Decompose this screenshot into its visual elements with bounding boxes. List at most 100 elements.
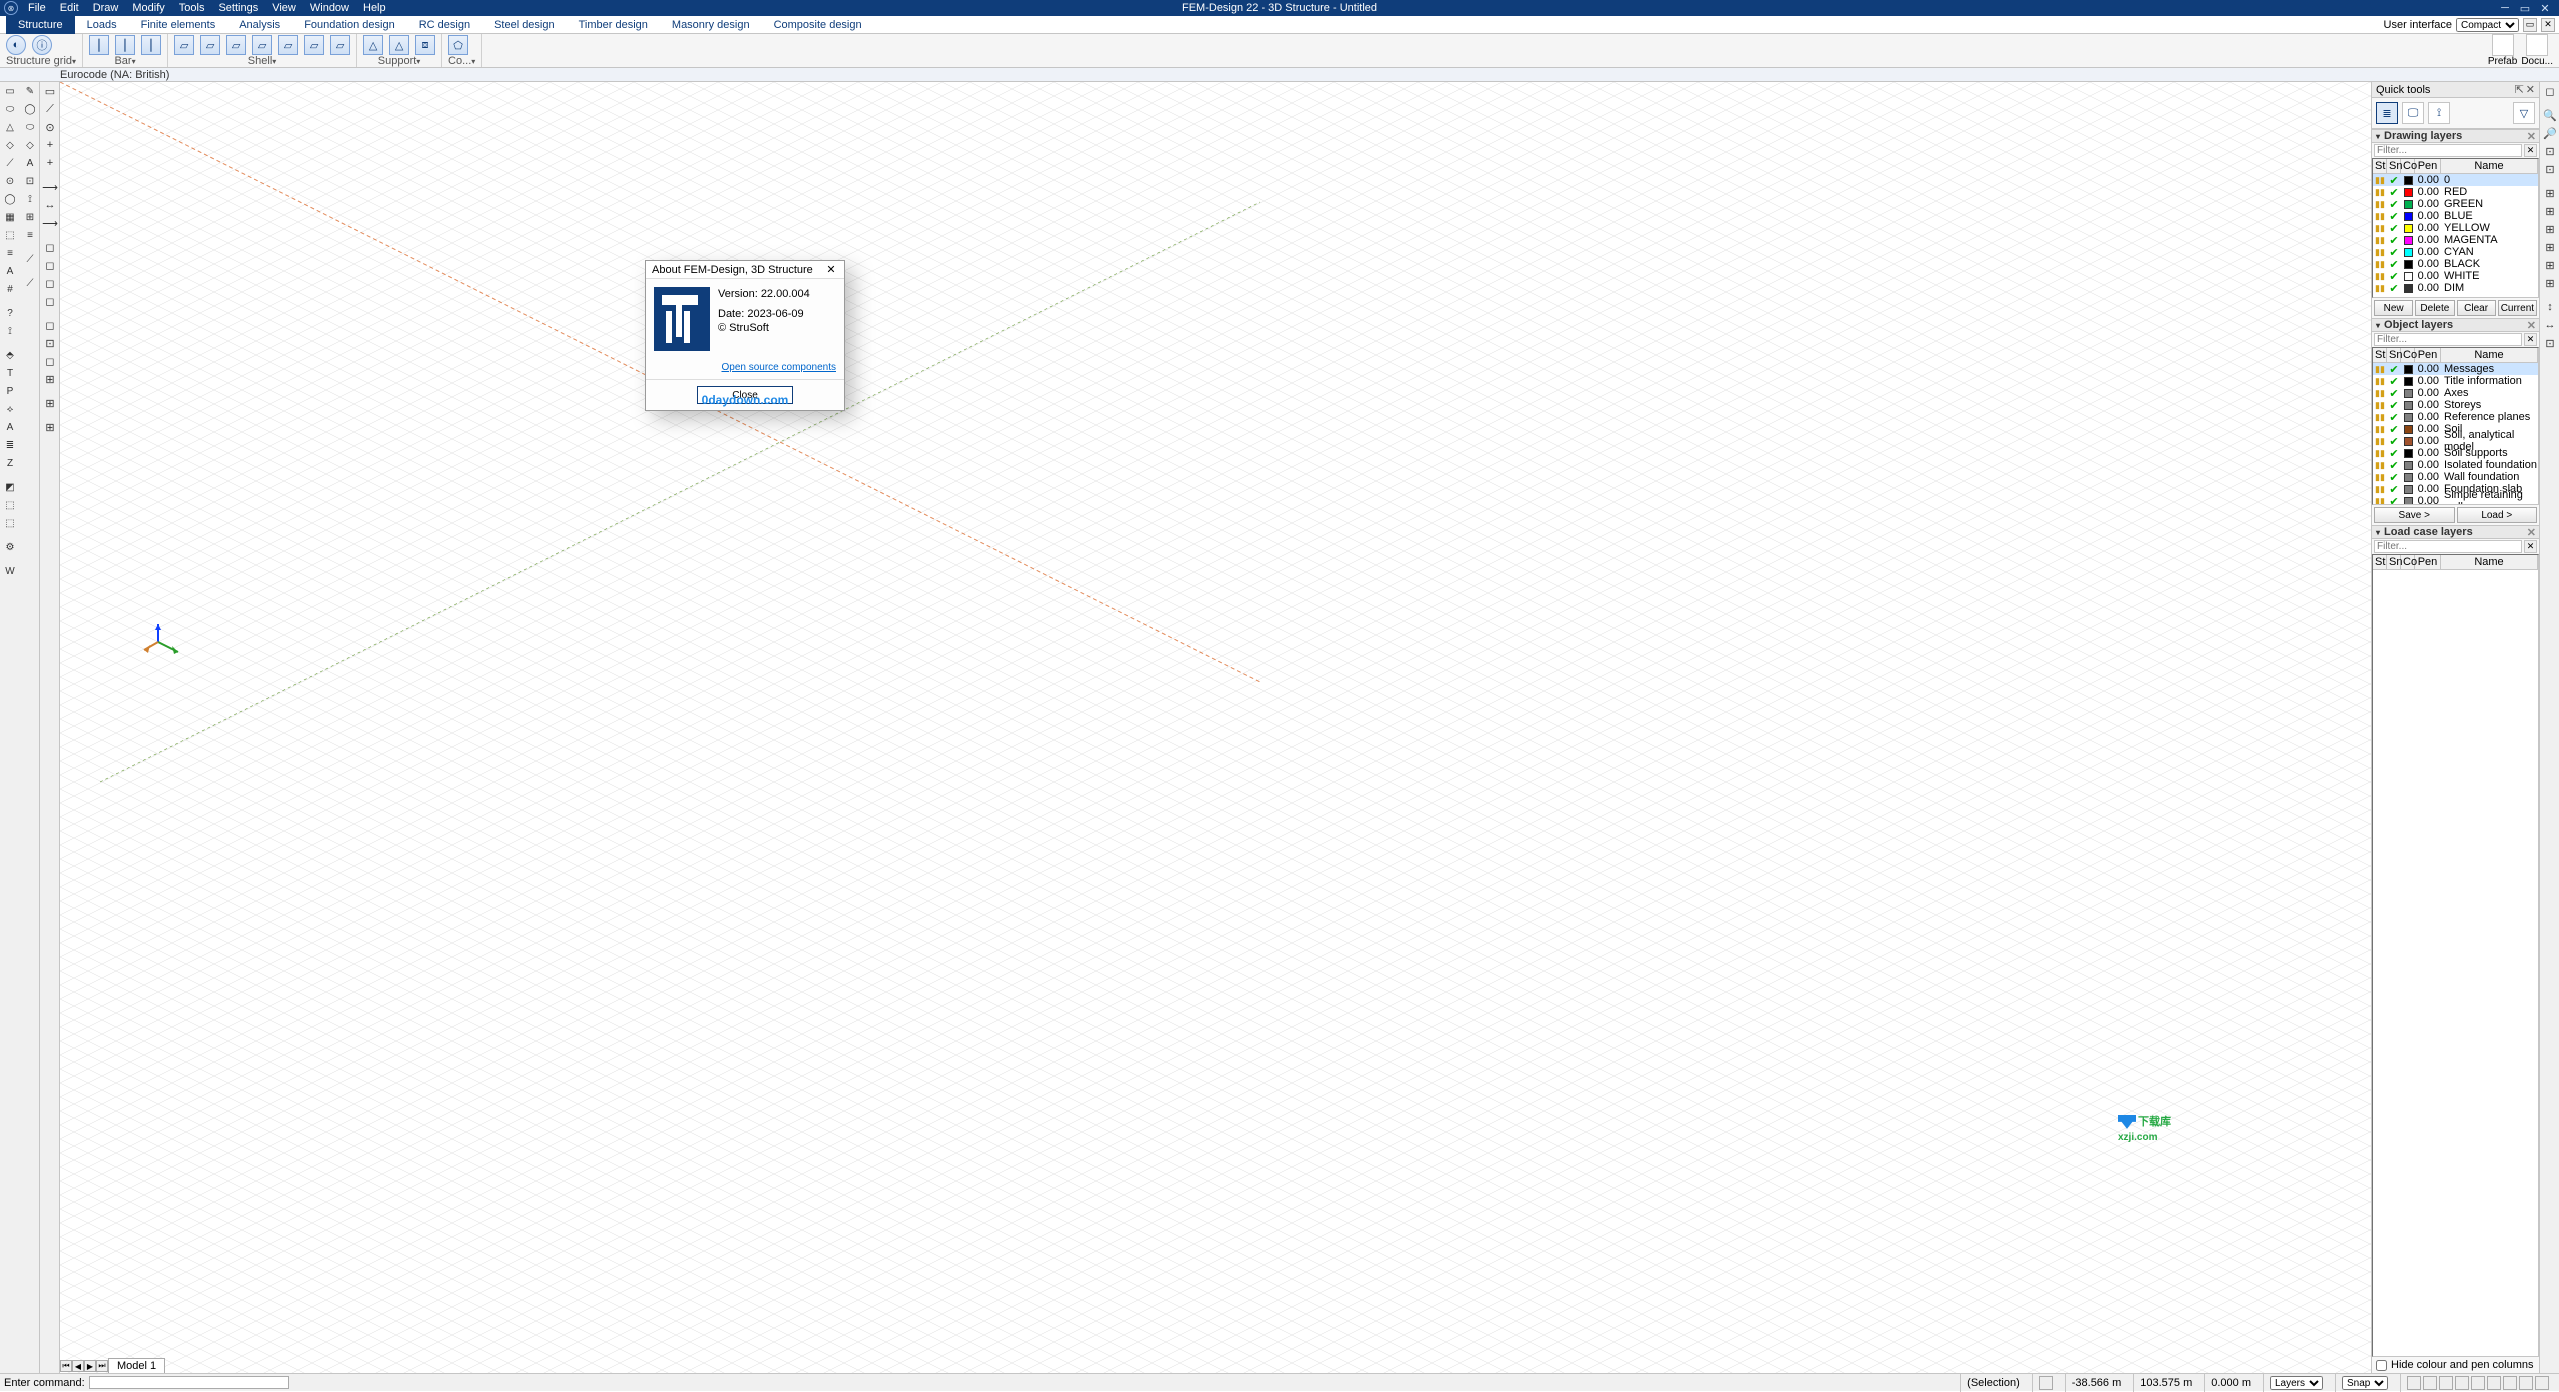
tab-nav-last-icon[interactable]: ⏭: [96, 1360, 108, 1372]
support-tool-2-icon[interactable]: △: [389, 35, 409, 55]
shell-tool-6-icon[interactable]: ▱: [304, 35, 324, 55]
tab-foundation-design[interactable]: Foundation design: [292, 16, 407, 34]
prefab-icon[interactable]: [2492, 34, 2514, 56]
left-tool-16[interactable]: ⬘: [1, 347, 19, 363]
left-tool-c-20[interactable]: ⊞: [41, 395, 59, 411]
hide-columns-checkbox[interactable]: [2376, 1360, 2387, 1371]
left-tool-c-8[interactable]: ⟶: [41, 215, 59, 231]
snap-icon-5[interactable]: [2471, 1376, 2485, 1390]
left-tool-10[interactable]: A: [1, 263, 19, 279]
close-panel-icon[interactable]: ✕: [2526, 83, 2535, 96]
display-tab-icon[interactable]: 🖵: [2402, 102, 2424, 124]
minimize-button[interactable]: ─: [2495, 0, 2515, 16]
left-tool-c-17[interactable]: ◻: [41, 353, 59, 369]
left-tool-24[interactable]: ◩: [1, 479, 19, 495]
tab-masonry-design[interactable]: Masonry design: [660, 16, 762, 34]
layer-row[interactable]: ▮▮✔0.00CYAN: [2373, 246, 2538, 258]
left-tool-b-8[interactable]: ≡: [21, 227, 39, 243]
restore-window-icon[interactable]: ▭: [2523, 18, 2537, 32]
left-tool-b-4[interactable]: A: [21, 155, 39, 171]
clear-layer-button[interactable]: Clear: [2457, 300, 2496, 316]
left-tool-b-5[interactable]: ⊡: [21, 173, 39, 189]
left-tool-b-0[interactable]: ✎: [21, 83, 39, 99]
left-tool-0[interactable]: ▭: [1, 83, 19, 99]
left-tool-c-6[interactable]: ⟶: [41, 179, 59, 195]
right-tool-8[interactable]: ⊞: [2541, 203, 2559, 219]
current-layer-button[interactable]: Current: [2498, 300, 2537, 316]
left-tool-13[interactable]: ?: [1, 305, 19, 321]
left-tool-c-1[interactable]: ⟋: [41, 101, 59, 117]
loadcase-filter-clear-icon[interactable]: ✕: [2524, 540, 2537, 553]
snap-icon-1[interactable]: [2407, 1376, 2421, 1390]
menu-view[interactable]: View: [272, 2, 296, 14]
left-tool-c-11[interactable]: ◻: [41, 257, 59, 273]
layers-tab-icon[interactable]: ≣: [2376, 102, 2398, 124]
snap-icon-8[interactable]: [2519, 1376, 2533, 1390]
close-section-icon[interactable]: ✕: [2527, 130, 2539, 143]
snap-icon-7[interactable]: [2503, 1376, 2517, 1390]
maximize-button[interactable]: ▭: [2515, 0, 2535, 16]
right-tool-7[interactable]: ⊞: [2541, 185, 2559, 201]
support-tool-1-icon[interactable]: △: [363, 35, 383, 55]
right-tool-3[interactable]: 🔎: [2541, 125, 2559, 141]
close-mdi-icon[interactable]: ✕: [2541, 18, 2555, 32]
open-source-link[interactable]: Open source components: [721, 362, 836, 373]
left-tool-c-22[interactable]: ⊞: [41, 419, 59, 435]
left-tool-b-6[interactable]: ⟟: [21, 191, 39, 207]
object-filter-clear-icon[interactable]: ✕: [2524, 333, 2537, 346]
tab-nav-prev-icon[interactable]: ◀: [72, 1360, 84, 1372]
left-tool-c-13[interactable]: ◻: [41, 293, 59, 309]
globe-icon[interactable]: ◐: [6, 35, 26, 55]
layer-row[interactable]: ▮▮✔0.00BLACK: [2373, 258, 2538, 270]
delete-layer-button[interactable]: Delete: [2415, 300, 2454, 316]
layer-row[interactable]: ▮▮✔0.00Isolated foundation: [2373, 459, 2538, 471]
layer-row[interactable]: ▮▮✔0.00Soil, analytical model: [2373, 435, 2538, 447]
cover-tool-icon[interactable]: ⬠: [448, 35, 468, 55]
right-tool-0[interactable]: ◻: [2541, 83, 2559, 99]
left-tool-20[interactable]: A: [1, 419, 19, 435]
close-section-icon[interactable]: ✕: [2527, 526, 2539, 539]
ui-mode-select[interactable]: Compact: [2456, 18, 2519, 32]
tab-rc-design[interactable]: RC design: [407, 16, 482, 34]
layer-row[interactable]: ▮▮✔0.00Axes: [2373, 387, 2538, 399]
left-tool-c-16[interactable]: ⊡: [41, 335, 59, 351]
layer-row[interactable]: ▮▮✔0.00BLUE: [2373, 210, 2538, 222]
left-tool-25[interactable]: ⬚: [1, 497, 19, 513]
left-tool-5[interactable]: ⊙: [1, 173, 19, 189]
left-tool-11[interactable]: #: [1, 281, 19, 297]
shell-tool-4-icon[interactable]: ▱: [252, 35, 272, 55]
about-close-button[interactable]: Close: [697, 386, 793, 404]
right-tool-12[interactable]: ⊞: [2541, 275, 2559, 291]
left-tool-b-10[interactable]: ⟋: [21, 251, 39, 267]
right-tool-2[interactable]: 🔍: [2541, 107, 2559, 123]
layer-row[interactable]: ▮▮✔0.000: [2373, 174, 2538, 186]
object-layers-header[interactable]: Object layers✕: [2372, 318, 2539, 332]
shell-tool-3-icon[interactable]: ▱: [226, 35, 246, 55]
right-tool-4[interactable]: ⊡: [2541, 143, 2559, 159]
tab-structure[interactable]: Structure: [6, 16, 75, 34]
loadcase-layers-header[interactable]: Load case layers✕: [2372, 525, 2539, 539]
group-support[interactable]: Support: [378, 55, 421, 67]
left-tool-30[interactable]: W: [1, 563, 19, 579]
left-tool-c-12[interactable]: ◻: [41, 275, 59, 291]
selection-mode-icon[interactable]: [2039, 1376, 2053, 1390]
layer-row[interactable]: ▮▮✔0.00YELLOW: [2373, 222, 2538, 234]
snap-icon-6[interactable]: [2487, 1376, 2501, 1390]
layer-row[interactable]: ▮▮✔0.00Wall foundation: [2373, 471, 2538, 483]
left-tool-c-2[interactable]: ⊙: [41, 119, 59, 135]
left-tool-19[interactable]: ⟡: [1, 401, 19, 417]
layers-dropdown[interactable]: Layers: [2270, 1376, 2323, 1390]
support-tool-3-icon[interactable]: ⧈: [415, 35, 435, 55]
menu-help[interactable]: Help: [363, 2, 386, 14]
left-tool-7[interactable]: ▦: [1, 209, 19, 225]
snap-icon-3[interactable]: [2439, 1376, 2453, 1390]
layer-row[interactable]: ▮▮✔0.00DIM: [2373, 282, 2538, 294]
left-tool-3[interactable]: ◇: [1, 137, 19, 153]
menu-modify[interactable]: Modify: [132, 2, 164, 14]
layer-row[interactable]: ▮▮✔0.00Simple retaining wall: [2373, 495, 2538, 505]
pin-icon[interactable]: ⇱: [2515, 83, 2524, 96]
snap-icon-9[interactable]: [2535, 1376, 2549, 1390]
layer-row[interactable]: ▮▮✔0.00WHITE: [2373, 270, 2538, 282]
right-tool-15[interactable]: ↔: [2541, 317, 2559, 333]
menu-file[interactable]: File: [28, 2, 46, 14]
